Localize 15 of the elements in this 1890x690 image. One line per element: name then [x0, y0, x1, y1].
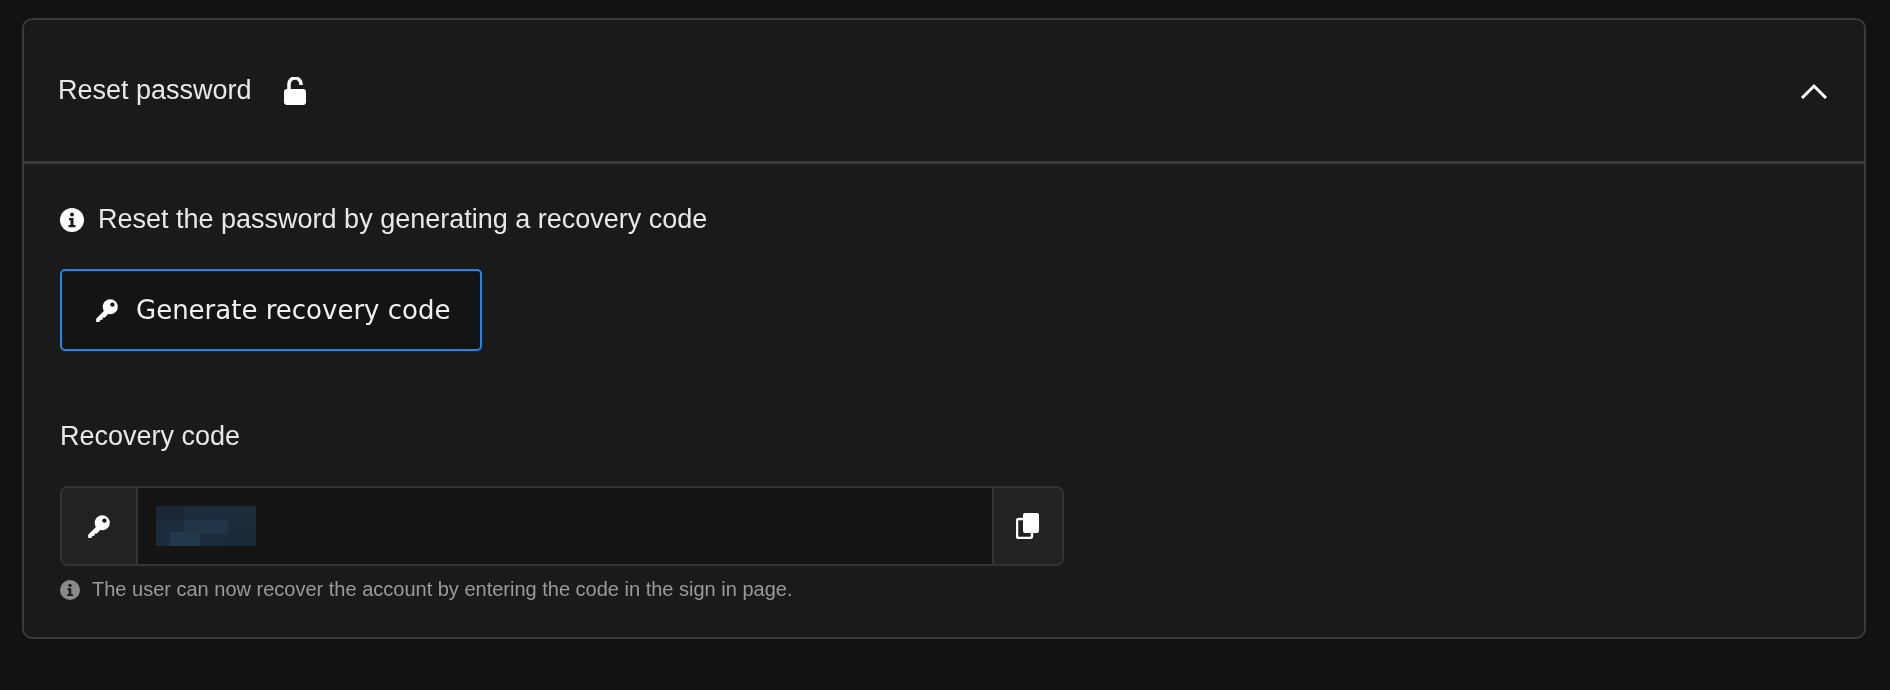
panel-title: Reset password [58, 75, 252, 106]
recovery-code-field[interactable] [60, 486, 1064, 566]
key-icon [94, 297, 120, 323]
generate-button[interactable]: Generate recovery code [60, 269, 483, 351]
panel-header[interactable]: Reset password [24, 20, 1864, 164]
key-icon [86, 513, 112, 539]
chevron-icon[interactable] [1800, 82, 1828, 99]
info-icon [60, 579, 80, 600]
help-text: The user can now recover the account by entering the code in the sign in page. [92, 578, 793, 601]
copy-button[interactable] [992, 488, 1062, 564]
copy-icon [1016, 513, 1040, 539]
info-icon [60, 207, 84, 232]
field-label: Recovery code [60, 421, 242, 452]
unlocked-lock-icon [283, 76, 306, 105]
info-text: Reset the password by generating a recovery code [98, 204, 708, 235]
